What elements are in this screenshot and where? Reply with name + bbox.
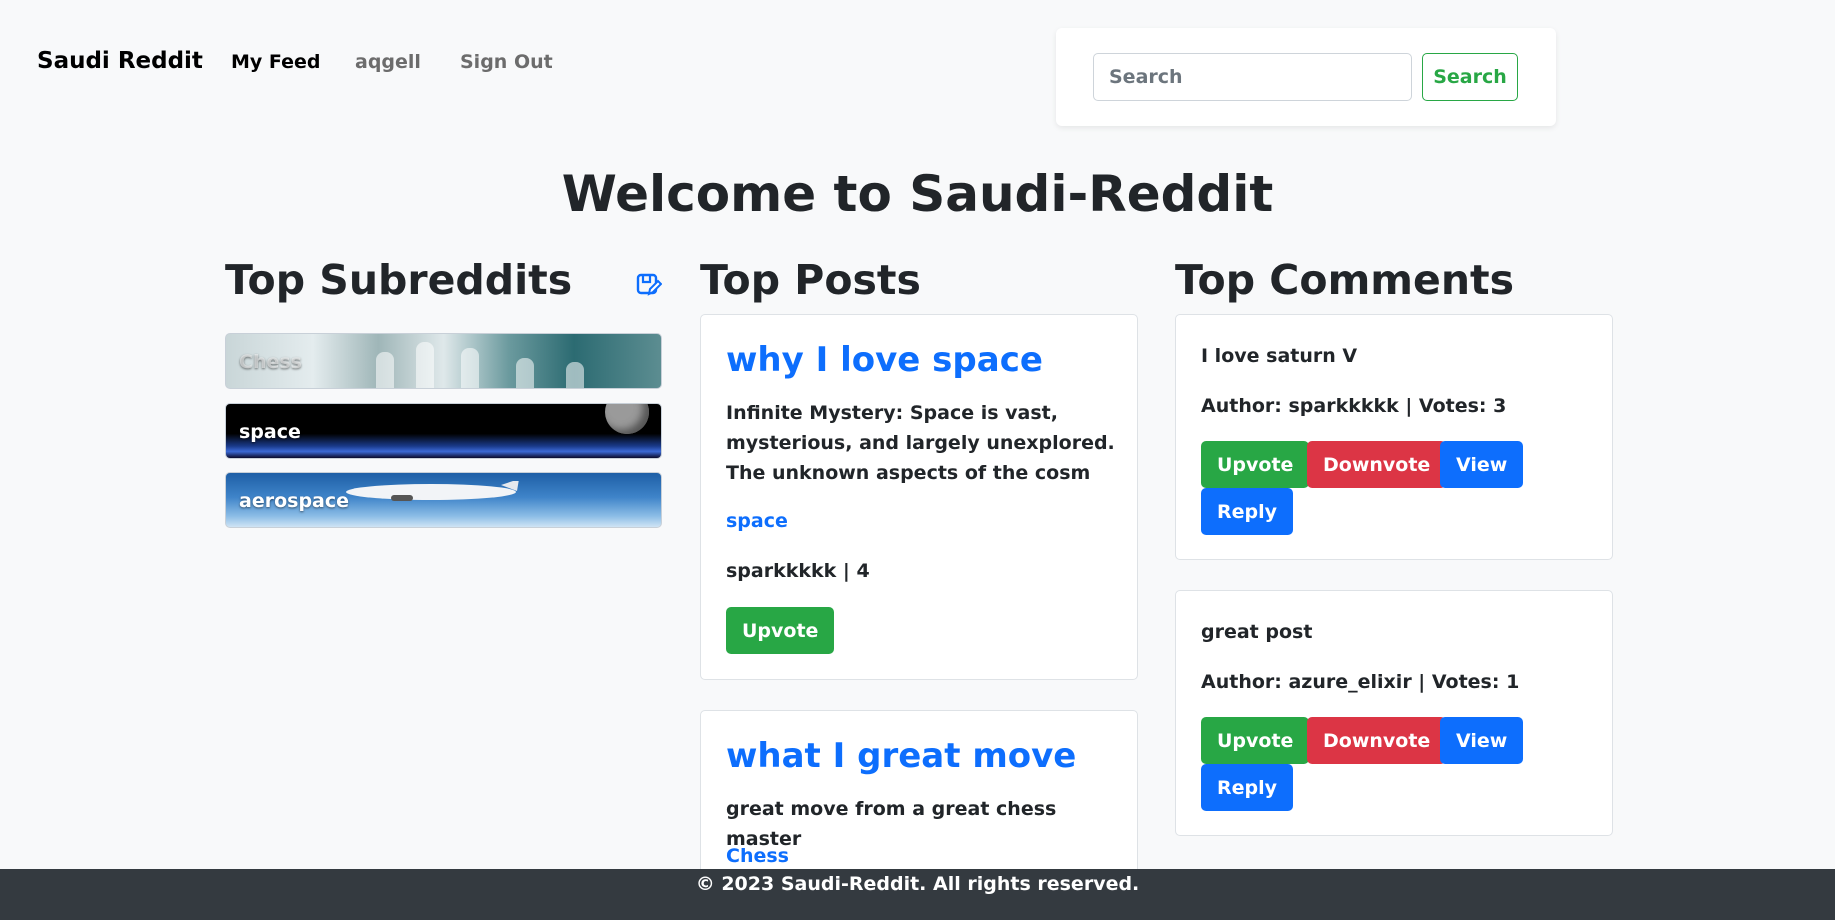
subreddit-card-chess[interactable]: Chess [225, 333, 662, 389]
search-button[interactable]: Search [1422, 53, 1518, 101]
chess-piece-image [516, 358, 534, 388]
subreddit-label: Chess [239, 351, 302, 373]
downvote-button[interactable]: Downvote [1307, 441, 1447, 488]
search-input[interactable] [1093, 53, 1412, 101]
post-body: Infinite Mystery: Space is vast, mysteri… [726, 402, 1115, 484]
view-button[interactable]: View [1440, 717, 1524, 764]
post-meta: sparkkkkk | 4 [726, 560, 870, 582]
post-subreddit-link[interactable]: space [726, 510, 788, 532]
brand-link[interactable]: Saudi Reddit [37, 48, 203, 74]
post-title[interactable]: what I great move [726, 736, 1076, 776]
chess-piece-image [566, 362, 584, 388]
chess-piece-image [461, 348, 479, 388]
search-form: Search [1056, 28, 1556, 126]
edit-icon[interactable] [636, 272, 663, 298]
top-comments-heading: Top Comments [1175, 256, 1515, 304]
top-posts-heading: Top Posts [700, 256, 921, 304]
comment-card: I love saturn V Author: sparkkkkk | Vote… [1175, 314, 1613, 560]
downvote-button[interactable]: Downvote [1307, 717, 1447, 764]
reply-button[interactable]: Reply [1201, 488, 1294, 535]
footer-copyright: © 2023 Saudi-Reddit. All rights reserved… [695, 873, 1140, 895]
post-subreddit-link[interactable]: Chess [726, 845, 789, 867]
airplane-image [346, 481, 519, 501]
comment-text: I love saturn V [1201, 345, 1358, 367]
reply-button[interactable]: Reply [1201, 764, 1294, 811]
subreddit-card-aerospace[interactable]: aerospace [225, 472, 662, 528]
top-subreddits-heading: Top Subreddits [225, 256, 573, 304]
upvote-button[interactable]: Upvote [1201, 441, 1310, 488]
nav-user[interactable]: aqgell [355, 51, 421, 73]
post-title[interactable]: why I love space [726, 340, 1043, 380]
subreddit-label: aerospace [239, 490, 350, 512]
subreddit-card-space[interactable]: space [225, 403, 662, 459]
moon-image [605, 404, 649, 434]
upvote-button[interactable]: Upvote [1201, 717, 1310, 764]
view-button[interactable]: View [1440, 441, 1524, 488]
comment-meta: Author: sparkkkkk | Votes: 3 [1201, 395, 1507, 417]
comment-card: great post Author: azure_elixir | Votes:… [1175, 590, 1613, 836]
comment-meta: Author: azure_elixir | Votes: 1 [1201, 671, 1520, 693]
upvote-button[interactable]: Upvote [726, 607, 835, 654]
nav-sign-out[interactable]: Sign Out [460, 51, 553, 73]
post-card: why I love space Infinite Mystery: Space… [700, 314, 1138, 680]
comment-text: great post [1201, 621, 1313, 643]
nav-my-feed[interactable]: My Feed [231, 51, 321, 73]
subreddit-label: space [239, 421, 301, 443]
page-title: Welcome to Saudi-Reddit [561, 165, 1274, 223]
footer: © 2023 Saudi-Reddit. All rights reserved… [0, 869, 1835, 920]
chess-piece-image [416, 342, 434, 388]
chess-piece-image [376, 352, 394, 388]
navbar: Saudi Reddit My Feed aqgell Sign Out Sea… [0, 0, 1835, 130]
